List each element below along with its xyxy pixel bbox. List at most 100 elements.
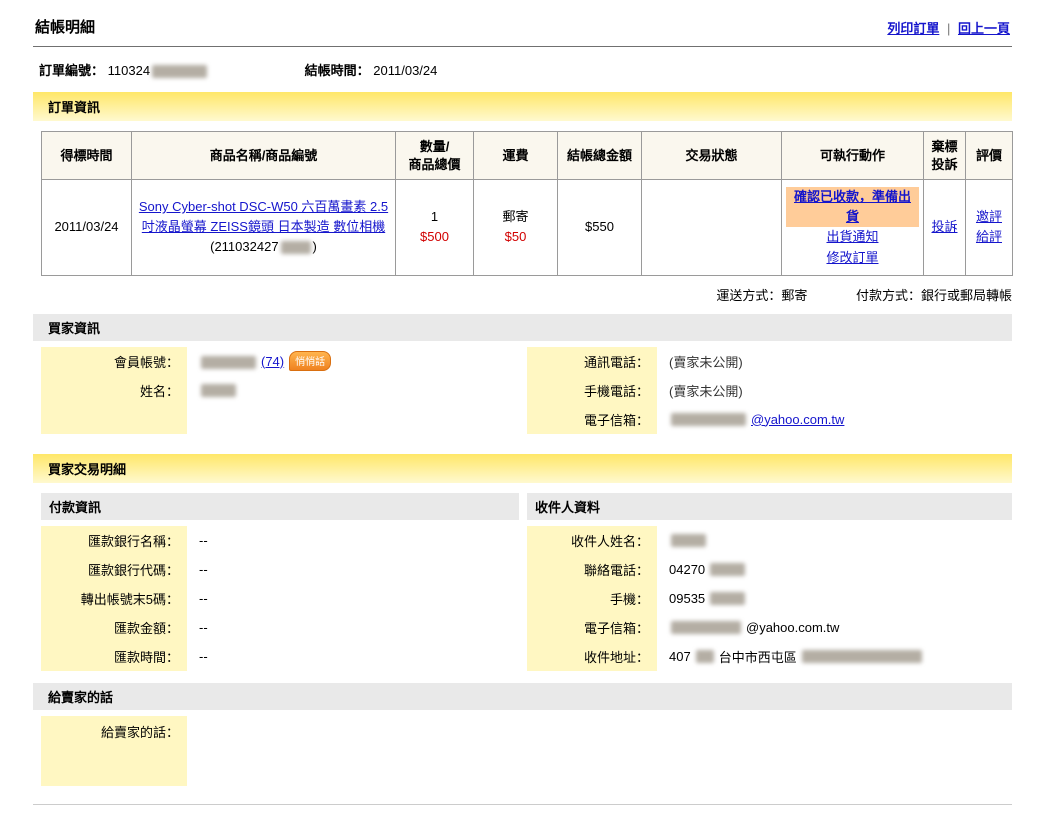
message-section-header: 給賣家的話 [33, 682, 1012, 710]
recipient-address-district: 台中市西屯區 [718, 649, 797, 665]
bottom-divider [33, 803, 1012, 816]
redacted-recipient-email [671, 620, 741, 634]
give-rating-link[interactable]: 給評 [976, 229, 1002, 244]
buyer-name-label: 姓名： [41, 375, 187, 405]
message-row: 給賣家的話： [41, 715, 1012, 786]
buyer-info-grid: 會員帳號： (74) 悄悄話 姓名： 通訊電話： (賣家未公開) 手機電話： (… [41, 346, 1012, 434]
redacted-address-zip [695, 649, 714, 663]
order-meta: 訂單編號： 110324 結帳時間： 2011/03/24 [33, 47, 1012, 88]
cell-qty-total: 1 $500 [395, 179, 474, 276]
col-header-checkout-total: 結帳總金額 [557, 130, 642, 181]
product-link[interactable]: Sony Cyber-shot DSC-W50 六百萬畫素 2.5吋液晶螢幕 Z… [139, 199, 388, 234]
buyer-info-header: 買家資訊 [33, 313, 1012, 341]
payment-row: 匯款銀行名稱： -- [41, 525, 519, 555]
recipient-name-row: 收件人姓名： [527, 525, 1012, 555]
account-last5-label: 轉出帳號末5碼： [41, 583, 187, 613]
buyer-info-right-col: 通訊電話： (賣家未公開) 手機電話： (賣家未公開) 電子信箱： @yahoo… [527, 346, 1012, 434]
order-table: 得標時間 商品名稱/商品編號 數量/ 商品總價 運費 結帳總金額 交易狀態 可執… [41, 130, 1013, 276]
ship-method-value: 郵寄 [502, 209, 529, 225]
buyer-email-link[interactable]: @yahoo.com.tw [751, 412, 844, 427]
buyer-phone-row: 通訊電話： (賣家未公開) [527, 346, 1012, 376]
bank-name-label: 匯款銀行名稱： [41, 525, 187, 555]
col-header-shipping: 運費 [473, 130, 558, 181]
invite-rating-link[interactable]: 邀評 [976, 209, 1002, 224]
cell-complaint: 投訴 [923, 179, 966, 276]
buyer-account-link[interactable] [199, 354, 258, 369]
print-order-link[interactable]: 列印訂單 [887, 21, 939, 36]
cell-rating: 邀評 給評 [965, 179, 1013, 276]
account-last5-value: -- [199, 590, 208, 606]
col-header-product: 商品名稱/商品編號 [131, 130, 396, 181]
col-header-actions: 可執行動作 [781, 130, 924, 181]
cell-checkout-total: $550 [557, 179, 642, 276]
cell-shipping: 郵寄 $50 [473, 179, 558, 276]
col-header-status: 交易狀態 [641, 130, 782, 181]
payment-row: 匯款銀行代碼： -- [41, 554, 519, 584]
cell-product: Sony Cyber-shot DSC-W50 六百萬畫素 2.5吋液晶螢幕 Z… [131, 179, 396, 276]
quantity-value: 1 [430, 209, 439, 225]
redacted-address-detail [801, 649, 922, 663]
payment-row: 轉出帳號末5碼： -- [41, 583, 519, 613]
item-total-value: $500 [420, 229, 449, 245]
checkout-time-value: 2011/03/24 [373, 63, 438, 78]
buyer-filler-label [41, 404, 187, 434]
modify-order-link[interactable]: 修改訂單 [826, 250, 878, 265]
recipient-address-label: 收件地址： [527, 641, 657, 671]
buyer-mobile-value: (賣家未公開) [669, 383, 743, 399]
transaction-grid: 匯款銀行名稱： -- 匯款銀行代碼： -- 轉出帳號末5碼： -- 匯款金額： … [41, 525, 1012, 671]
payment-row: 匯款時間： -- [41, 641, 519, 671]
payment-row: 匯款金額： -- [41, 612, 519, 642]
col-header-complaint: 棄標 投訴 [923, 130, 966, 181]
recipient-email-domain: @yahoo.com.tw [746, 619, 840, 635]
link-separator: | [946, 21, 951, 36]
shipping-method-note: 運送方式：郵寄 [716, 287, 808, 303]
redacted-order-number [152, 65, 208, 78]
order-number-label: 訂單編號： [39, 63, 105, 78]
buyer-account-label: 會員帳號： [41, 346, 187, 376]
payment-col: 匯款銀行名稱： -- 匯款銀行代碼： -- 轉出帳號末5碼： -- 匯款金額： … [41, 525, 519, 671]
recipient-phone-value: 04270 [669, 561, 706, 577]
buyer-name-row: 姓名： [41, 375, 527, 405]
cell-actions: 確認已收款，準備出貨 出貨通知 修改訂單 [781, 179, 924, 276]
recipient-name-label: 收件人姓名： [527, 525, 657, 555]
recipient-email-label: 電子信箱： [527, 612, 657, 642]
table-note: 運送方式：郵寄 付款方式：銀行或郵局轉帳 [33, 276, 1012, 308]
order-number-value: 110324 [107, 63, 151, 78]
recipient-info-header: 收件人資料 [527, 492, 1012, 520]
recipient-phone-label: 聯絡電話： [527, 554, 657, 584]
ship-notice-link[interactable]: 出貨通知 [826, 229, 878, 244]
message-label: 給賣家的話： [41, 715, 187, 786]
buyer-info-left-col: 會員帳號： (74) 悄悄話 姓名： [41, 346, 527, 434]
recipient-phone-row: 聯絡電話： 04270 [527, 554, 1012, 584]
checkout-detail-page: 結帳明細 列印訂單 | 回上一頁 訂單編號： 110324 結帳時間： 2011… [33, 0, 1013, 816]
recipient-email-row: 電子信箱： @yahoo.com.tw [527, 612, 1012, 642]
whisper-icon[interactable]: 悄悄話 [289, 351, 332, 372]
confirm-payment-action-link[interactable]: 確認已收款，準備出貨 [786, 187, 919, 228]
payment-method-note: 付款方式：銀行或郵局轉帳 [855, 287, 1012, 303]
top-bar: 結帳明細 列印訂單 | 回上一頁 [33, 16, 1012, 47]
buyer-rating-link[interactable]: (74) [261, 354, 284, 369]
back-link[interactable]: 回上一頁 [958, 21, 1010, 36]
product-id-suffix: ) [312, 239, 317, 255]
buyer-mobile-label: 手機電話： [527, 375, 657, 405]
product-id-prefix: (211032427 [210, 239, 279, 255]
col-header-win-time: 得標時間 [41, 130, 132, 181]
buyer-mobile-row: 手機電話： (賣家未公開) [527, 375, 1012, 405]
recipient-col: 收件人姓名： 聯絡電話： 04270 手機： 09535 電子信箱： @yaho… [527, 525, 1012, 671]
remit-time-label: 匯款時間： [41, 641, 187, 671]
cell-status [641, 179, 782, 276]
order-info-banner: 訂單資訊 [33, 92, 1012, 121]
ship-fee-value: $50 [504, 229, 527, 245]
payment-info-header: 付款資訊 [41, 492, 519, 520]
redacted-buyer-name [201, 383, 236, 397]
col-header-rating: 評價 [965, 130, 1013, 181]
remit-amount-value: -- [199, 619, 208, 635]
complaint-link[interactable]: 投訴 [931, 219, 957, 234]
transaction-detail-banner: 買家交易明細 [33, 453, 1012, 483]
order-table-row: 2011/03/24 Sony Cyber-shot DSC-W50 六百萬畫素… [41, 179, 1013, 276]
order-table-header-row: 得標時間 商品名稱/商品編號 數量/ 商品總價 運費 結帳總金額 交易狀態 可執… [41, 130, 1013, 181]
recipient-address-row: 收件地址： 407 台中市西屯區 [527, 641, 1012, 671]
buyer-email-row: 電子信箱： @yahoo.com.tw [527, 404, 1012, 434]
buyer-email-label: 電子信箱： [527, 404, 657, 434]
bank-code-label: 匯款銀行代碼： [41, 554, 187, 584]
